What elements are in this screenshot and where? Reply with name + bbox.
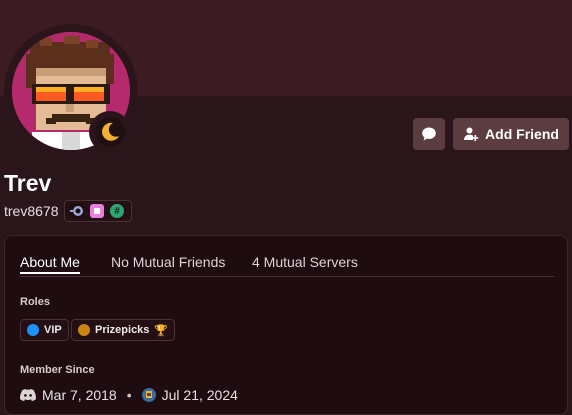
moon-icon bbox=[102, 122, 119, 141]
username: trev8678 bbox=[4, 203, 59, 219]
badge-container: # bbox=[64, 200, 132, 222]
add-friend-label: Add Friend bbox=[485, 126, 559, 142]
nitro-badge-icon[interactable] bbox=[70, 204, 84, 218]
role-color-dot bbox=[78, 324, 90, 336]
hashtag-badge-icon[interactable]: # bbox=[110, 204, 124, 218]
discord-join-date: Mar 7, 2018 bbox=[42, 387, 117, 403]
display-name: Trev bbox=[4, 170, 52, 196]
tab-mutual-friends[interactable]: No Mutual Friends bbox=[111, 254, 225, 270]
add-friend-icon bbox=[464, 127, 479, 141]
booster-badge-icon[interactable] bbox=[90, 204, 104, 218]
trophy-emoji: 🏆 bbox=[154, 324, 169, 337]
member-since-heading: Member Since bbox=[20, 364, 95, 376]
role-vip[interactable]: VIP bbox=[20, 319, 69, 341]
idle-status-icon bbox=[95, 117, 125, 147]
server-icon bbox=[141, 388, 156, 402]
tab-about-me[interactable]: About Me bbox=[20, 254, 80, 274]
separator-dot: • bbox=[126, 387, 132, 403]
message-button[interactable] bbox=[413, 118, 445, 150]
profile-tabs: About Me No Mutual Friends 4 Mutual Serv… bbox=[20, 254, 554, 277]
message-bubble-icon bbox=[422, 127, 436, 141]
member-since-row: Mar 7, 2018 • Jul 21, 2024 bbox=[20, 387, 238, 403]
role-label: VIP bbox=[44, 324, 62, 336]
server-join-date: Jul 21, 2024 bbox=[161, 387, 238, 403]
role-prizepicks[interactable]: Prizepicks 🏆 bbox=[71, 319, 176, 341]
tab-mutual-servers[interactable]: 4 Mutual Servers bbox=[252, 254, 358, 270]
role-label: Prizepicks bbox=[95, 324, 150, 336]
discord-logo-icon bbox=[20, 389, 36, 401]
role-color-dot bbox=[27, 324, 39, 336]
roles-heading: Roles bbox=[20, 296, 50, 308]
add-friend-button[interactable]: Add Friend bbox=[453, 118, 569, 150]
